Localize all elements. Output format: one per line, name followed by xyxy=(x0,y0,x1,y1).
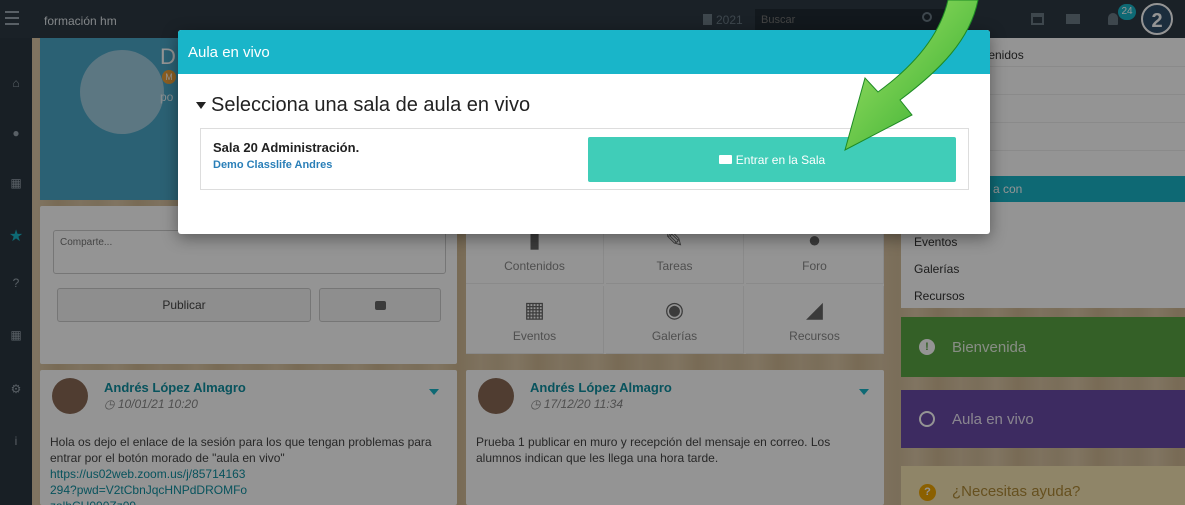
room-subtitle[interactable]: Demo Classlife Andres xyxy=(213,159,332,171)
enter-room-label: Entrar en la Sala xyxy=(735,152,826,167)
modal-heading: Selecciona una sala de aula en vivo xyxy=(211,94,531,116)
caret-down-icon xyxy=(196,102,206,109)
room-name: Sala 20 Administración. xyxy=(213,140,360,155)
video-camera-icon xyxy=(718,155,732,164)
modal-title: Aula en vivo xyxy=(188,44,270,61)
annotation-arrow xyxy=(844,0,979,151)
